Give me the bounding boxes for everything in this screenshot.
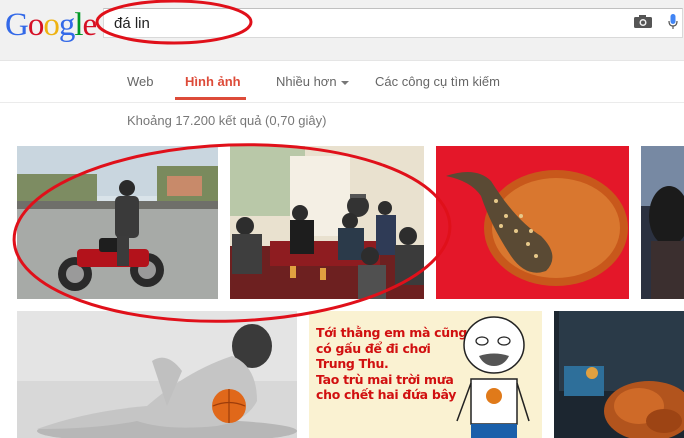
food-photo [436, 146, 629, 299]
meme-line: Trung Thu. [316, 356, 389, 371]
logo-letter: g [58, 7, 75, 43]
tab-more[interactable]: Nhiều hơn [276, 74, 349, 89]
meme-caption: Tới thằng em mà cũng có gấu để đi chơi T… [316, 325, 467, 403]
portrait-photo [641, 146, 684, 299]
logo-letter: G [5, 7, 29, 43]
result-stats: Khoảng 17.200 kết quả (0,70 giây) [127, 113, 327, 128]
logo-letter: o [43, 7, 59, 43]
meme-line: có gấu để đi chơi [316, 340, 431, 356]
camera-icon[interactable] [634, 15, 652, 28]
tab-search-tools[interactable]: Các công cụ tìm kiếm [375, 74, 500, 89]
image-result[interactable] [554, 311, 684, 438]
image-result[interactable] [436, 146, 629, 299]
meme-line: Tao trù mai trời mưa [316, 371, 454, 387]
annotation-oval-images [12, 143, 452, 323]
annotation-oval-search [95, 0, 253, 45]
logo-letter: o [27, 7, 44, 43]
tab-images[interactable]: Hình ảnh [185, 74, 241, 89]
search-tabs: Web Hình ảnh Nhiều hơn Các công cụ tìm k… [0, 62, 684, 103]
laptop-photo [554, 311, 684, 438]
image-result[interactable] [641, 146, 684, 299]
forever-alone-face [456, 316, 530, 438]
active-tab-indicator [175, 97, 246, 100]
logo-letter: l [74, 7, 83, 43]
microphone-icon[interactable] [668, 14, 678, 30]
tab-web[interactable]: Web [127, 74, 154, 89]
tab-more-label: Nhiều hơn [276, 74, 337, 89]
caret-down-icon [340, 80, 349, 85]
google-logo[interactable]: Google [5, 6, 97, 44]
meme-line: cho chết hai đứa bây [316, 387, 457, 402]
